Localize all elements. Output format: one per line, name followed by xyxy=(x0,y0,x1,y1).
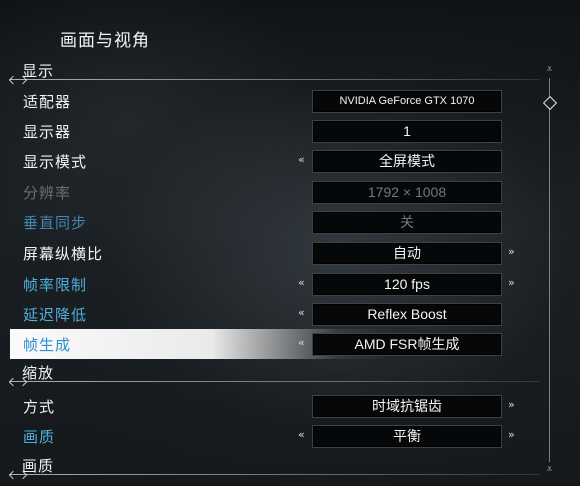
graphics-settings-screen: 画面与视角 显示 适配器 NVIDIA GeForce GTX 1070 显示器… xyxy=(0,0,580,486)
section-header-label: 缩放 xyxy=(22,364,55,382)
arrow-right-icon[interactable]: » xyxy=(508,245,515,259)
quality-value[interactable]: 平衡 xyxy=(312,425,502,448)
scroll-thumb-diamond-icon[interactable] xyxy=(542,95,558,111)
setting-label: 方式 xyxy=(23,398,56,416)
setting-label: 适配器 xyxy=(23,93,72,111)
arrow-right-icon[interactable]: » xyxy=(508,428,515,442)
arrow-left-icon[interactable]: « xyxy=(298,153,305,167)
section-header-scaling: 缩放 xyxy=(10,362,540,386)
setting-label: 屏幕纵横比 xyxy=(23,245,104,263)
setting-row-latency-reduction[interactable]: 延迟降低 « Reflex Boost xyxy=(10,299,540,329)
section-divider xyxy=(10,474,540,475)
resolution-value: 1792 × 1008 xyxy=(312,181,502,204)
adapter-value[interactable]: NVIDIA GeForce GTX 1070 xyxy=(312,90,502,113)
method-value[interactable]: 时域抗锯齿 xyxy=(312,395,502,418)
setting-row-frame-limit[interactable]: 帧率限制 « 120 fps » xyxy=(10,269,540,299)
setting-row-method[interactable]: 方式 时域抗锯齿 » xyxy=(10,391,540,421)
arrow-right-icon[interactable]: » xyxy=(508,398,515,412)
latency-value[interactable]: Reflex Boost xyxy=(312,303,502,326)
arrow-left-icon[interactable]: « xyxy=(298,428,305,442)
arrow-left-icon[interactable]: « xyxy=(298,306,305,320)
page-title: 画面与视角 xyxy=(60,31,150,51)
section-header-quality: 画质 xyxy=(10,455,540,479)
aspect-ratio-value[interactable]: 自动 xyxy=(312,242,502,265)
setting-label: 帧生成 xyxy=(23,336,72,354)
frame-generation-value[interactable]: AMD FSR帧生成 xyxy=(312,333,502,356)
setting-label: 画质 xyxy=(23,428,56,446)
scroll-up-double-chevron-icon[interactable]: ⩡ xyxy=(544,64,555,76)
setting-label: 延迟降低 xyxy=(23,306,88,324)
setting-label: 显示模式 xyxy=(23,153,88,171)
setting-label: 帧率限制 xyxy=(23,276,88,294)
section-header-label: 显示 xyxy=(22,62,55,80)
setting-row-quality[interactable]: 画质 « 平衡 » xyxy=(10,421,540,451)
vsync-value: 关 xyxy=(312,211,502,234)
monitor-value[interactable]: 1 xyxy=(312,120,502,143)
setting-label: 显示器 xyxy=(23,123,72,141)
arrow-left-icon[interactable]: « xyxy=(298,276,305,290)
arrow-left-icon[interactable]: « xyxy=(298,336,305,350)
setting-row-monitor[interactable]: 显示器 1 xyxy=(10,116,540,146)
section-divider xyxy=(10,381,540,382)
scroll-down-double-chevron-icon[interactable]: ⩡ xyxy=(544,464,555,476)
setting-label: 垂直同步 xyxy=(23,214,88,232)
setting-row-aspect-ratio[interactable]: 屏幕纵横比 自动 » xyxy=(10,238,540,268)
frame-limit-value[interactable]: 120 fps xyxy=(312,273,502,296)
scrollbar[interactable]: ⩡ ⩡ xyxy=(540,64,560,478)
setting-row-frame-generation[interactable]: 帧生成 « AMD FSR帧生成 xyxy=(10,329,540,359)
scroll-track[interactable] xyxy=(549,78,550,462)
section-header-label: 画质 xyxy=(22,457,55,475)
setting-row-vsync: 垂直同步 关 xyxy=(10,207,540,237)
arrow-right-icon[interactable]: » xyxy=(508,276,515,290)
section-divider xyxy=(10,79,540,80)
section-header-display: 显示 xyxy=(10,60,540,84)
display-mode-value[interactable]: 全屏模式 xyxy=(312,150,502,173)
setting-label: 分辨率 xyxy=(23,184,72,202)
setting-row-adapter[interactable]: 适配器 NVIDIA GeForce GTX 1070 xyxy=(10,86,540,116)
setting-row-display-mode[interactable]: 显示模式 « 全屏模式 xyxy=(10,146,540,176)
setting-row-resolution: 分辨率 1792 × 1008 xyxy=(10,177,540,207)
